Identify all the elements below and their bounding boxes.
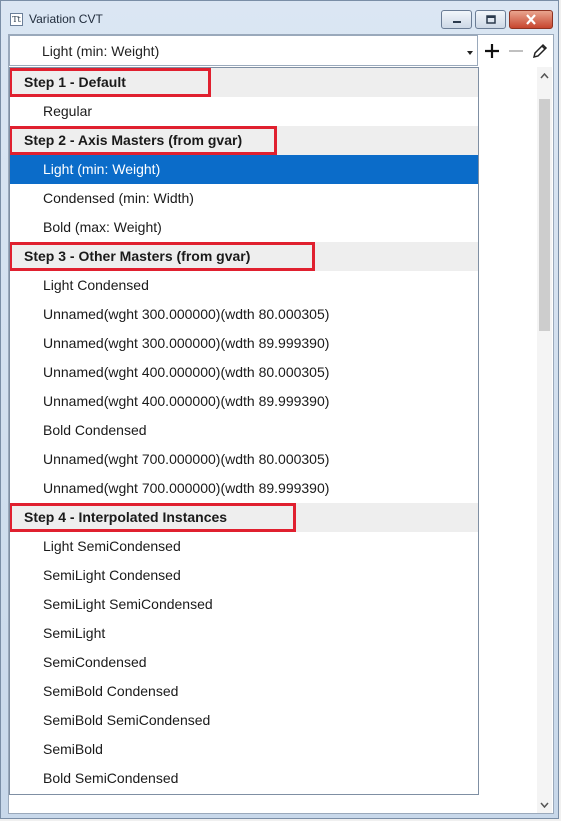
scroll-thumb[interactable] [539, 99, 550, 331]
chevron-up-icon [540, 72, 549, 78]
list-item[interactable]: Bold (max: Weight) [10, 213, 478, 242]
combo-selected-value: Light (min: Weight) [42, 43, 160, 59]
list-item-selected[interactable]: Light (min: Weight) [10, 155, 478, 184]
app-window: Tt Variation CVT Light (min: Weight) Ste… [0, 0, 559, 819]
list-item[interactable]: Unnamed(wght 300.000000)(wdth 80.000305) [10, 300, 478, 329]
list-item-label: Light Condensed [43, 277, 149, 293]
window-controls [438, 10, 553, 30]
list-item-label: SemiLight [43, 625, 106, 641]
list-item-label: Regular [43, 103, 93, 119]
list-item-label: Unnamed(wght 400.000000)(wdth 89.999390) [43, 393, 330, 409]
list-item-label: SemiBold SemiCondensed [43, 712, 211, 728]
group-header-label: Step 2 - Axis Masters (from gvar) [24, 132, 243, 148]
list-item[interactable]: Light SemiCondensed [10, 532, 478, 561]
list-item-label: SemiLight SemiCondensed [43, 596, 213, 612]
list-item[interactable]: Unnamed(wght 300.000000)(wdth 89.999390) [10, 329, 478, 358]
list-item-label: SemiLight Condensed [43, 567, 181, 583]
edit-button[interactable] [528, 38, 552, 63]
list-item-label: SemiBold Condensed [43, 683, 179, 699]
list-item-label: Light (min: Weight) [43, 161, 161, 177]
add-button[interactable] [480, 38, 504, 63]
maximize-button[interactable] [475, 10, 506, 29]
pencil-icon [532, 43, 548, 58]
chevron-down-icon [540, 802, 549, 808]
list-item[interactable]: Light Condensed [10, 271, 478, 300]
list-item[interactable]: Unnamed(wght 700.000000)(wdth 89.999390) [10, 474, 478, 503]
window-title: Variation CVT [29, 12, 103, 26]
scroll-down-button[interactable] [537, 796, 552, 813]
list-item-label: Bold SemiCondensed [43, 770, 179, 786]
close-icon [526, 14, 536, 25]
list-item[interactable]: Regular [10, 97, 478, 126]
list-item[interactable]: Unnamed(wght 400.000000)(wdth 89.999390) [10, 387, 478, 416]
list-item[interactable]: SemiBold SemiCondensed [10, 706, 478, 735]
chevron-down-icon[interactable] [465, 46, 475, 58]
variation-dropdown-list: Step 1 - Default Regular Step 2 - Axis Mas… [9, 67, 479, 795]
group-header-label: Step 3 - Other Masters (from gvar) [24, 248, 251, 264]
list-item[interactable]: Unnamed(wght 400.000000)(wdth 80.000305) [10, 358, 478, 387]
minimize-button[interactable] [441, 10, 472, 29]
group-header: Step 3 - Other Masters (from gvar) [10, 242, 478, 271]
maximize-icon [485, 14, 496, 24]
group-header: Step 4 - Interpolated Instances [10, 503, 478, 532]
minimize-icon [452, 20, 461, 23]
font-icon: Tt [10, 13, 23, 26]
close-button[interactable] [509, 10, 553, 29]
group-header: Step 2 - Axis Masters (from gvar) [10, 126, 478, 155]
list-item[interactable]: Condensed (min: Width) [10, 184, 478, 213]
minus-icon [509, 49, 523, 52]
list-item-label: SemiCondensed [43, 654, 147, 670]
scroll-up-button[interactable] [537, 67, 552, 84]
list-item[interactable]: SemiLight [10, 619, 478, 648]
title-bar[interactable]: Tt Variation CVT [1, 1, 558, 35]
list-item-label: Unnamed(wght 700.000000)(wdth 80.000305) [43, 451, 330, 467]
list-item-label: Unnamed(wght 700.000000)(wdth 89.999390) [43, 480, 330, 496]
group-header: Step 1 - Default [10, 68, 478, 97]
list-item[interactable]: SemiBold Condensed [10, 677, 478, 706]
list-item-label: Unnamed(wght 300.000000)(wdth 80.000305) [43, 306, 330, 322]
list-item-label: Unnamed(wght 300.000000)(wdth 89.999390) [43, 335, 330, 351]
group-header-label: Step 1 - Default [24, 74, 126, 90]
list-item-label: Bold Condensed [43, 422, 147, 438]
plus-icon [485, 43, 499, 58]
list-item[interactable]: Bold SemiCondensed [10, 764, 478, 793]
list-item-label: SemiBold [43, 741, 103, 757]
list-item-label: Unnamed(wght 400.000000)(wdth 80.000305) [43, 364, 330, 380]
vertical-scrollbar[interactable] [537, 67, 552, 813]
list-item[interactable]: Unnamed(wght 700.000000)(wdth 80.000305) [10, 445, 478, 474]
list-item-label: Light SemiCondensed [43, 538, 181, 554]
variation-combo[interactable]: Light (min: Weight) [9, 35, 478, 66]
list-item[interactable]: Bold Condensed [10, 416, 478, 445]
list-item-label: Condensed (min: Width) [43, 190, 194, 206]
client-area: Light (min: Weight) Step 1 - Default Regu… [8, 34, 554, 814]
list-item[interactable]: SemiLight Condensed [10, 561, 478, 590]
group-header-label: Step 4 - Interpolated Instances [24, 509, 228, 525]
list-item[interactable]: SemiLight SemiCondensed [10, 590, 478, 619]
list-item[interactable]: SemiCondensed [10, 648, 478, 677]
remove-button[interactable] [504, 38, 528, 63]
list-item[interactable]: SemiBold [10, 735, 478, 764]
list-item-label: Bold (max: Weight) [43, 219, 162, 235]
